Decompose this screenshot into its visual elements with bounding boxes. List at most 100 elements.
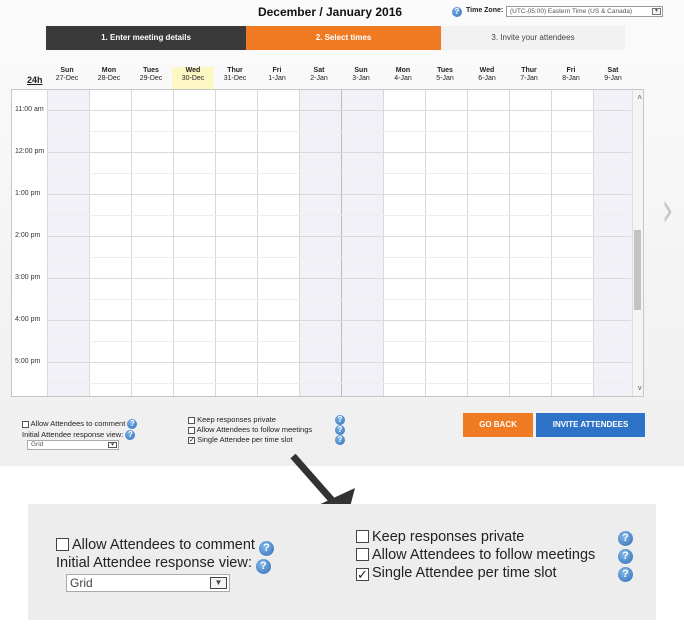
time-label: 2:00 pm [15,232,41,239]
day-date: 27-Dec [55,75,79,82]
timezone-label: Time Zone: [466,7,504,14]
day-column[interactable] [257,90,299,396]
slot-line [47,341,631,342]
step-select-times[interactable]: 2. Select times [246,26,441,50]
allow-comment-option-zoomed[interactable]: Allow Attendees to comment ? [56,537,274,556]
allow-comment-option[interactable]: Allow Attendees to comment ? [22,419,138,429]
day-name: Wed [479,67,495,74]
scheduler-window: December / January 2016 ? Time Zone: (UT… [0,0,684,466]
scroll-down-icon[interactable]: ˅ [637,384,642,393]
keep-private-option-zoomed[interactable]: Keep responses private [356,529,524,545]
timezone-help-icon[interactable]: ? [452,7,462,17]
single-attendee-label: Single Attendee per time slot [197,435,293,444]
keep-private-help-icon-zoomed[interactable]: ? [618,531,633,546]
invite-attendees-button[interactable]: INVITE ATTENDEES [536,413,645,437]
scroll-thumb[interactable] [634,230,641,310]
day-column[interactable] [131,90,173,396]
day-name: Fri [272,67,282,74]
keep-private-checkbox[interactable] [188,416,195,424]
response-view-label: Initial Attendee response view: [22,430,124,439]
chevron-down-icon: ▼ [210,577,227,589]
day-header: Wed 30-Dec [172,67,214,89]
day-name: Sat [607,67,619,74]
day-date: 31-Dec [223,75,247,82]
slot-line [47,131,631,132]
follow-meetings-option[interactable]: Allow Attendees to follow meetings [188,425,312,434]
day-column[interactable] [299,90,341,396]
response-view-select-zoomed[interactable]: Grid ▼ [66,574,230,592]
day-column[interactable] [89,90,131,396]
grid-scrollbar[interactable]: ˄ ˅ [632,90,643,396]
timezone-select[interactable]: (UTC-05:00) Eastern Time (US & Canada) ▼ [506,6,663,17]
day-header: Wed 6-Jan [466,67,508,89]
single-attendee-help-icon-zoomed[interactable]: ? [618,567,633,582]
day-date: 28-Dec [97,75,121,82]
follow-meetings-help-icon-zoomed[interactable]: ? [618,549,633,564]
single-attendee-checkbox-zoomed[interactable]: ✓ [356,568,369,581]
response-view-label-zoomed: Initial Attendee response view: [56,555,252,571]
response-view-select[interactable]: Grid ▼ [27,440,119,450]
slot-line [47,89,631,90]
follow-meetings-checkbox[interactable] [188,426,195,434]
follow-meetings-help-icon[interactable]: ? [335,425,345,435]
day-column[interactable] [425,90,467,396]
single-attendee-label-zoomed: Single Attendee per time slot [372,565,557,581]
day-name: Sun [60,67,74,74]
step-enter-details[interactable]: 1. Enter meeting details [46,26,246,50]
response-view-help-icon-zoomed[interactable]: ? [255,559,271,574]
allow-comment-checkbox-zoomed[interactable] [56,538,69,551]
day-name: Tues [437,67,453,74]
day-date: 5-Jan [436,75,454,82]
slot-line [47,320,631,321]
follow-meetings-option-zoomed[interactable]: Allow Attendees to follow meetings [356,547,595,563]
day-column[interactable] [467,90,509,396]
allow-comment-help-icon[interactable]: ? [127,419,138,429]
next-week-icon[interactable]: › [662,182,674,238]
day-column[interactable] [593,90,635,396]
day-name: Thur [521,67,537,74]
go-back-button[interactable]: GO BACK [463,413,533,437]
keep-private-label-zoomed: Keep responses private [372,529,525,545]
keep-private-help-icon[interactable]: ? [335,415,345,425]
day-column[interactable] [47,90,89,396]
chevron-down-icon: ▼ [108,442,117,448]
day-date: 6-Jan [478,75,496,82]
allow-comment-checkbox[interactable] [22,420,29,428]
day-date: 8-Jan [562,75,580,82]
response-view-help-icon[interactable]: ? [125,430,136,440]
single-attendee-option-zoomed[interactable]: ✓ Single Attendee per time slot [356,565,557,581]
follow-meetings-checkbox-zoomed[interactable] [356,548,369,561]
day-name: Thur [227,67,243,74]
day-header: Tues 5-Jan [424,67,466,89]
day-name: Tues [143,67,159,74]
timezone-value: (UTC-05:00) Eastern Time (US & Canada) [510,8,633,15]
day-header: Mon 28-Dec [88,67,130,89]
day-column[interactable] [215,90,257,396]
time-grid[interactable]: 11:00 am 12:00 pm 1:00 pm 2:00 pm 3:00 pm 4:0… [11,89,644,397]
scroll-up-icon[interactable]: ˄ [637,93,642,102]
keep-private-option[interactable]: Keep responses private [188,415,276,424]
day-name: Fri [566,67,576,74]
single-attendee-option[interactable]: ✓ Single Attendee per time slot [188,435,293,444]
step-invite-attendees[interactable]: 3. Invite your attendees [441,26,625,50]
follow-meetings-label-zoomed: Allow Attendees to follow meetings [372,547,596,563]
time-label: 3:00 pm [15,274,41,281]
day-column[interactable] [551,90,593,396]
day-column[interactable] [173,90,215,396]
day-date: 3-Jan [352,75,370,82]
slot-line [47,299,631,300]
day-name: Sat [313,67,325,74]
single-attendee-checkbox[interactable]: ✓ [188,436,195,444]
slot-line [47,152,631,153]
response-view-value: Grid [31,441,44,448]
allow-comment-help-icon-zoomed[interactable]: ? [259,541,274,556]
day-column[interactable] [509,90,551,396]
keep-private-checkbox-zoomed[interactable] [356,530,369,543]
day-header: Sat 9-Jan [592,67,634,89]
day-header: Mon 4-Jan [382,67,424,89]
time-label: 12:00 pm [15,148,45,155]
24h-toggle[interactable]: 24h [27,75,43,85]
single-attendee-help-icon[interactable]: ? [335,435,345,445]
day-column[interactable] [341,90,383,396]
day-column[interactable] [383,90,425,396]
